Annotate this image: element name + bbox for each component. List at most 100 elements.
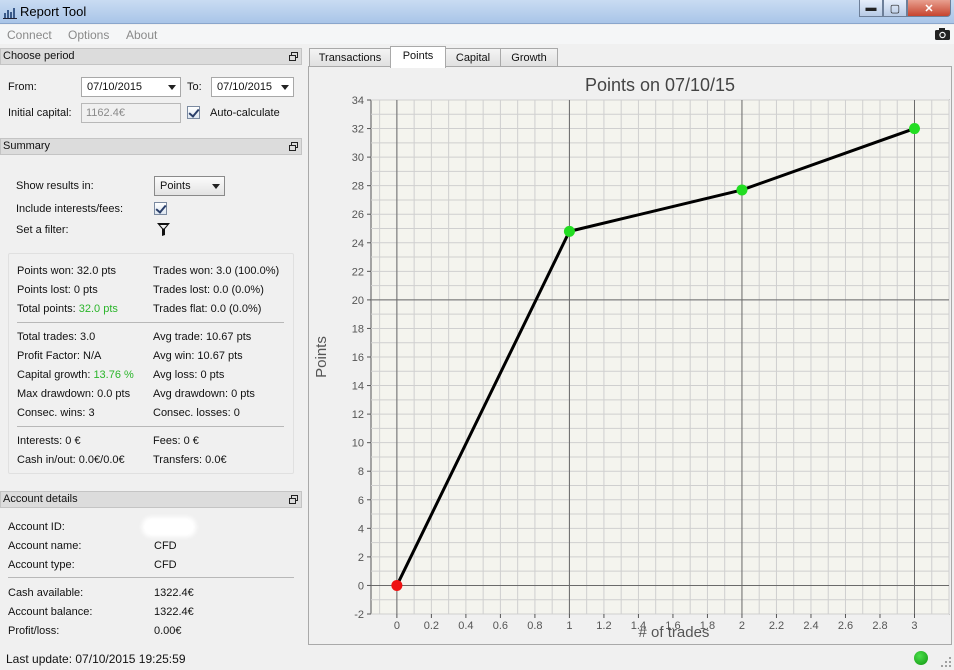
y-tick-label: 16 bbox=[352, 352, 364, 364]
x-tick-label: 0.6 bbox=[493, 620, 508, 632]
total-points-value: 32.0 pts bbox=[78, 303, 118, 315]
account-id-redacted bbox=[145, 520, 193, 534]
cash-in-out: Cash in/out: 0.0€/0.0€ bbox=[17, 454, 125, 466]
profit-loss-value: 0.00€ bbox=[154, 625, 182, 637]
chevron-down-icon bbox=[212, 184, 220, 189]
x-tick-label: 0 bbox=[394, 620, 400, 632]
float-panel-icon[interactable] bbox=[289, 495, 298, 504]
avg-win: Avg win: 10.67 pts bbox=[153, 350, 243, 362]
total-points: Total points: 32.0 pts bbox=[17, 303, 118, 315]
chevron-down-icon bbox=[168, 85, 176, 90]
account-details-header: Account details bbox=[0, 491, 302, 508]
set-filter-label: Set a filter: bbox=[16, 224, 69, 236]
from-date-picker[interactable]: 07/10/2015 bbox=[81, 77, 181, 97]
choose-period-title: Choose period bbox=[3, 50, 75, 62]
show-results-select[interactable]: Points bbox=[154, 176, 225, 196]
y-tick-label: -2 bbox=[354, 609, 364, 621]
avg-loss: Avg loss: 0 pts bbox=[153, 369, 225, 381]
points-chart[interactable]: 0 0.2 0.4 0.6 0.8 1 1.2 1.4 1.6 1.8 2 2.2 2.4 2.6 2.8 3… bbox=[309, 67, 951, 644]
tab-growth[interactable]: Growth bbox=[500, 48, 558, 68]
y-tick-label: 6 bbox=[358, 495, 364, 507]
menu-options[interactable]: Options bbox=[68, 28, 109, 42]
to-label: To: bbox=[187, 81, 202, 93]
include-fees-checkbox[interactable] bbox=[154, 202, 167, 215]
filter-icon[interactable] bbox=[156, 222, 171, 237]
account-details-title: Account details bbox=[3, 493, 78, 505]
y-tick-label: 30 bbox=[352, 152, 364, 164]
chart-title: Points on 07/10/15 bbox=[585, 75, 735, 95]
transfers: Transfers: 0.0€ bbox=[153, 454, 227, 466]
y-tick-label: 34 bbox=[352, 95, 364, 107]
account-name-label: Account name: bbox=[8, 540, 82, 552]
account-id-label: Account ID: bbox=[8, 521, 65, 533]
minimize-button[interactable]: ▬ bbox=[859, 0, 883, 17]
cash-available-value: 1322.4€ bbox=[154, 587, 194, 599]
trades-flat: Trades flat: 0.0 (0.0%) bbox=[153, 303, 262, 315]
avg-trade: Avg trade: 10.67 pts bbox=[153, 331, 252, 343]
x-tick-label: 2.4 bbox=[803, 620, 818, 632]
y-tick-label: 8 bbox=[358, 466, 364, 478]
initial-capital-label: Initial capital: bbox=[8, 107, 72, 119]
show-results-label: Show results in: bbox=[16, 180, 94, 192]
y-tick-label: 28 bbox=[352, 181, 364, 193]
x-tick-label: 3 bbox=[911, 620, 917, 632]
maximize-button[interactable]: ▢ bbox=[883, 0, 907, 17]
fees: Fees: 0 € bbox=[153, 435, 199, 447]
avg-drawdown: Avg drawdown: 0 pts bbox=[153, 388, 255, 400]
y-tick-label: 24 bbox=[352, 238, 364, 250]
from-label: From: bbox=[8, 81, 37, 93]
float-panel-icon[interactable] bbox=[289, 52, 298, 61]
tab-capital[interactable]: Capital bbox=[445, 48, 501, 68]
x-tick-label: 1 bbox=[566, 620, 572, 632]
to-date-picker[interactable]: 07/10/2015 bbox=[211, 77, 294, 97]
auto-calculate-checkbox[interactable] bbox=[187, 106, 200, 119]
cash-available-label: Cash available: bbox=[8, 587, 84, 599]
x-tick-label: 2.2 bbox=[769, 620, 784, 632]
from-date-value: 07/10/2015 bbox=[87, 81, 143, 93]
initial-capital-field[interactable]: 1162.4€ bbox=[81, 103, 181, 123]
include-fees-label: Include interests/fees: bbox=[16, 203, 124, 215]
total-trades: Total trades: 3.0 bbox=[17, 331, 96, 343]
chevron-down-icon bbox=[281, 85, 289, 90]
x-axis-label: # of trades bbox=[639, 624, 710, 641]
float-panel-icon[interactable] bbox=[289, 142, 298, 151]
resize-grip-icon[interactable] bbox=[940, 656, 952, 668]
title-bar[interactable]: Report Tool ▬ ▢ ✕ bbox=[0, 0, 954, 24]
camera-icon[interactable] bbox=[934, 27, 951, 41]
status-bar: Last update: 07/10/2015 19:25:59 bbox=[0, 648, 954, 670]
capital-growth-value: 13.76 % bbox=[93, 369, 134, 381]
y-tick-label: 18 bbox=[352, 323, 364, 335]
menu-connect[interactable]: Connect bbox=[7, 28, 52, 42]
divider bbox=[8, 577, 294, 578]
summary-title: Summary bbox=[3, 140, 51, 152]
data-point bbox=[391, 579, 403, 591]
chart-app-icon bbox=[3, 8, 17, 19]
y-tick-label: 20 bbox=[352, 295, 364, 307]
y-tick-label: 32 bbox=[352, 124, 364, 136]
total-points-label: Total points: bbox=[17, 303, 79, 315]
points-won: Points won: 32.0 pts bbox=[17, 265, 117, 277]
menu-about[interactable]: About bbox=[126, 28, 157, 42]
interests: Interests: 0 € bbox=[17, 435, 81, 447]
y-tick-label: 26 bbox=[352, 209, 364, 221]
menu-bar: Connect Options About bbox=[0, 25, 954, 44]
x-tick-label: 0.4 bbox=[458, 620, 473, 632]
tab-transactions[interactable]: Transactions bbox=[309, 48, 391, 68]
x-tick-label: 0.8 bbox=[527, 620, 542, 632]
account-name-value: CFD bbox=[154, 540, 177, 552]
close-button[interactable]: ✕ bbox=[907, 0, 951, 17]
y-tick-label: 0 bbox=[358, 580, 364, 592]
profit-factor: Profit Factor: N/A bbox=[17, 350, 102, 362]
account-type-value: CFD bbox=[154, 559, 177, 571]
data-point bbox=[736, 184, 748, 196]
capital-growth: Capital growth: 13.76 % bbox=[17, 369, 134, 381]
summary-header: Summary bbox=[0, 138, 302, 155]
y-tick-label: 4 bbox=[358, 523, 364, 535]
tab-points[interactable]: Points bbox=[390, 46, 446, 68]
data-point bbox=[563, 225, 575, 237]
x-tick-label: 2.8 bbox=[872, 620, 887, 632]
y-tick-label: 22 bbox=[352, 266, 364, 278]
x-tick-label: 1.2 bbox=[596, 620, 611, 632]
account-balance-label: Account balance: bbox=[8, 606, 93, 618]
last-update-text: Last update: 07/10/2015 19:25:59 bbox=[6, 652, 186, 666]
